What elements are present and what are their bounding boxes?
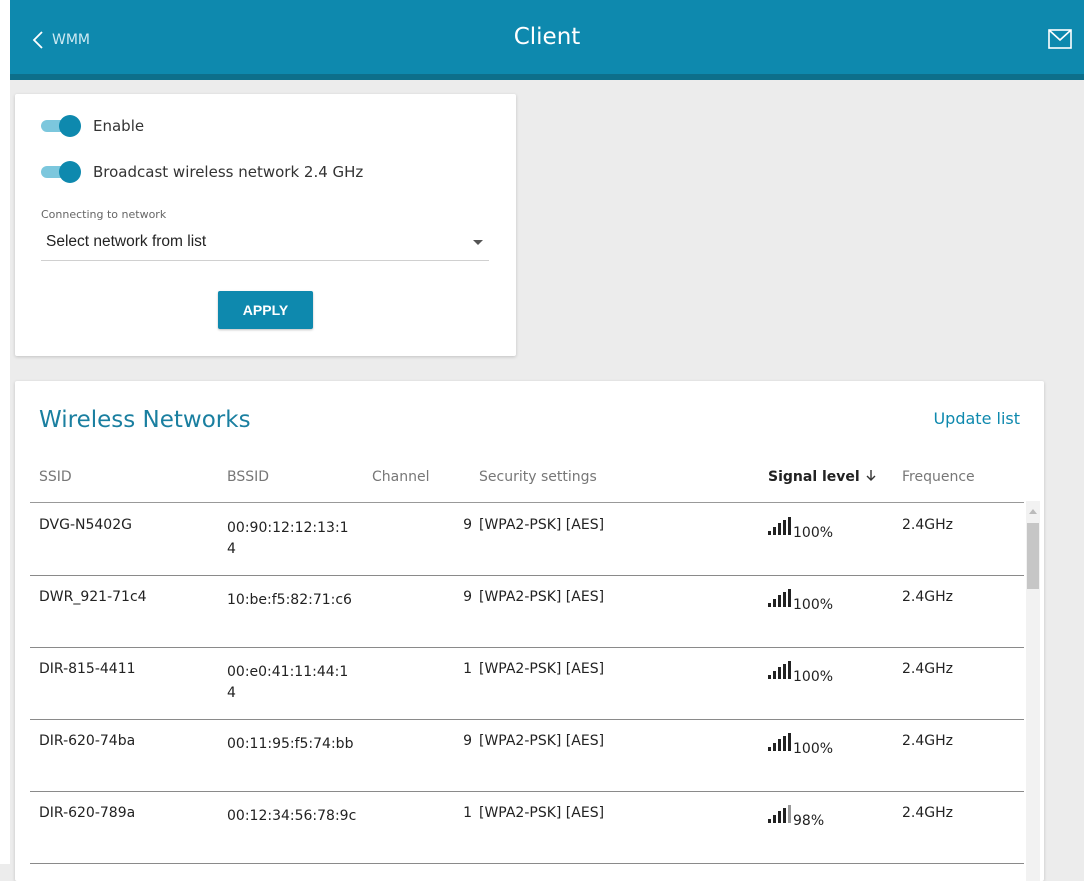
toggle-thumb — [59, 161, 81, 183]
column-header-signal-label: Signal level — [768, 469, 860, 485]
cell-signal: 98% — [768, 805, 825, 829]
top-header: WMM Client — [10, 0, 1084, 80]
signal-value: 98% — [793, 813, 825, 829]
cell-channel: 9 — [463, 589, 472, 605]
cell-bssid: 00:90:12:12:13:14 — [227, 520, 349, 557]
cell-signal: 100% — [768, 661, 834, 685]
cell-signal: 100% — [768, 517, 834, 541]
cell-security: [WPA2-PSK] [AES] — [479, 661, 605, 677]
broadcast-label: Broadcast wireless network 2.4 GHz — [93, 163, 364, 181]
cell-ssid: DIR-620-789a — [39, 805, 136, 821]
update-list-link[interactable]: Update list — [933, 409, 1020, 428]
broadcast-toggle[interactable] — [41, 160, 81, 184]
cell-frequence: 2.4GHz — [902, 517, 953, 533]
cell-bssid: 00:11:95:f5:74:bb — [227, 736, 354, 752]
cell-ssid: DIR-620-74ba — [39, 733, 136, 749]
signal-bars-icon — [768, 733, 793, 755]
signal-value: 100% — [793, 669, 834, 685]
signal-bars-icon — [768, 661, 793, 683]
cell-security: [WPA2-PSK] [AES] — [479, 589, 605, 605]
cell-security: [WPA2-PSK] [AES] — [479, 733, 605, 749]
page-title: Client — [513, 24, 581, 50]
signal-bars-icon — [768, 805, 793, 827]
table-row[interactable]: DIR-620-74ba 00:11:95:f5:74:bb 9 [WPA2-P… — [30, 719, 1024, 792]
cell-channel: 9 — [463, 733, 472, 749]
cell-channel: 1 — [463, 805, 472, 821]
signal-value: 100% — [793, 525, 834, 541]
wireless-networks-card: Wireless Networks Update list SSID BSSID… — [15, 381, 1044, 881]
signal-bars-icon — [768, 517, 793, 539]
table-row[interactable]: DWR_921-71c4 10:be:f5:82:71:c6 9 [WPA2-P… — [30, 575, 1024, 648]
cell-ssid: DWR_921-71c4 — [39, 589, 147, 605]
cell-bssid: 00:e0:41:11:44:14 — [227, 664, 349, 701]
column-header-channel[interactable]: Channel — [372, 469, 429, 485]
cell-channel: 9 — [463, 517, 472, 533]
cell-security: [WPA2-PSK] [AES] — [479, 805, 605, 821]
table-row[interactable]: DIR-620-789a 00:12:34:56:78:9c 1 [WPA2-P… — [30, 791, 1024, 864]
cell-bssid: 00:12:34:56:78:9c — [227, 808, 357, 824]
table-row[interactable]: DIR-815-4411 00:e0:41:11:44:14 1 [WPA2-P… — [30, 647, 1024, 720]
column-header-signal[interactable]: Signal level — [768, 469, 876, 485]
network-select[interactable]: Select network from list — [41, 224, 489, 261]
signal-bars-icon — [768, 589, 793, 611]
table-scrollbar[interactable] — [1026, 501, 1040, 881]
apply-button[interactable]: APPLY — [218, 291, 313, 329]
column-header-frequence[interactable]: Frequence — [902, 469, 975, 485]
mail-icon[interactable] — [1048, 29, 1072, 53]
dropdown-arrow-icon — [473, 240, 483, 245]
section-title: Wireless Networks — [39, 407, 251, 433]
cell-frequence: 2.4GHz — [902, 733, 953, 749]
arrow-down-icon — [860, 469, 876, 485]
broadcast-row: Broadcast wireless network 2.4 GHz — [41, 160, 363, 184]
cell-signal: 100% — [768, 589, 834, 613]
client-settings-card: Enable Broadcast wireless network 2.4 GH… — [15, 94, 516, 356]
column-header-bssid[interactable]: BSSID — [227, 469, 269, 485]
signal-value: 100% — [793, 597, 834, 613]
enable-label: Enable — [93, 117, 145, 135]
enable-row: Enable — [41, 114, 144, 138]
cell-bssid: 10:be:f5:82:71:c6 — [227, 592, 352, 608]
header-shadow — [10, 74, 1084, 80]
scrollbar-thumb[interactable] — [1027, 523, 1039, 589]
cell-signal: 100% — [768, 733, 834, 757]
enable-toggle[interactable] — [41, 114, 81, 138]
cell-frequence: 2.4GHz — [902, 589, 953, 605]
cell-frequence: 2.4GHz — [902, 661, 953, 677]
network-field-label: Connecting to network — [41, 208, 167, 221]
signal-value: 100% — [793, 741, 834, 757]
network-select-value: Select network from list — [46, 233, 207, 250]
cell-ssid: DVG-N5402G — [39, 517, 132, 533]
toggle-thumb — [59, 115, 81, 137]
page-left-edge — [0, 0, 10, 864]
cell-ssid: DIR-815-4411 — [39, 661, 136, 677]
table-row[interactable]: DVG-N5402G 00:90:12:12:13:14 9 [WPA2-PSK… — [30, 503, 1024, 576]
cell-channel: 1 — [463, 661, 472, 677]
cell-frequence: 2.4GHz — [902, 805, 953, 821]
scroll-up-arrow-icon[interactable] — [1029, 509, 1037, 514]
cell-security: [WPA2-PSK] [AES] — [479, 517, 605, 533]
column-header-ssid[interactable]: SSID — [39, 469, 72, 485]
column-header-security[interactable]: Security settings — [479, 469, 597, 485]
